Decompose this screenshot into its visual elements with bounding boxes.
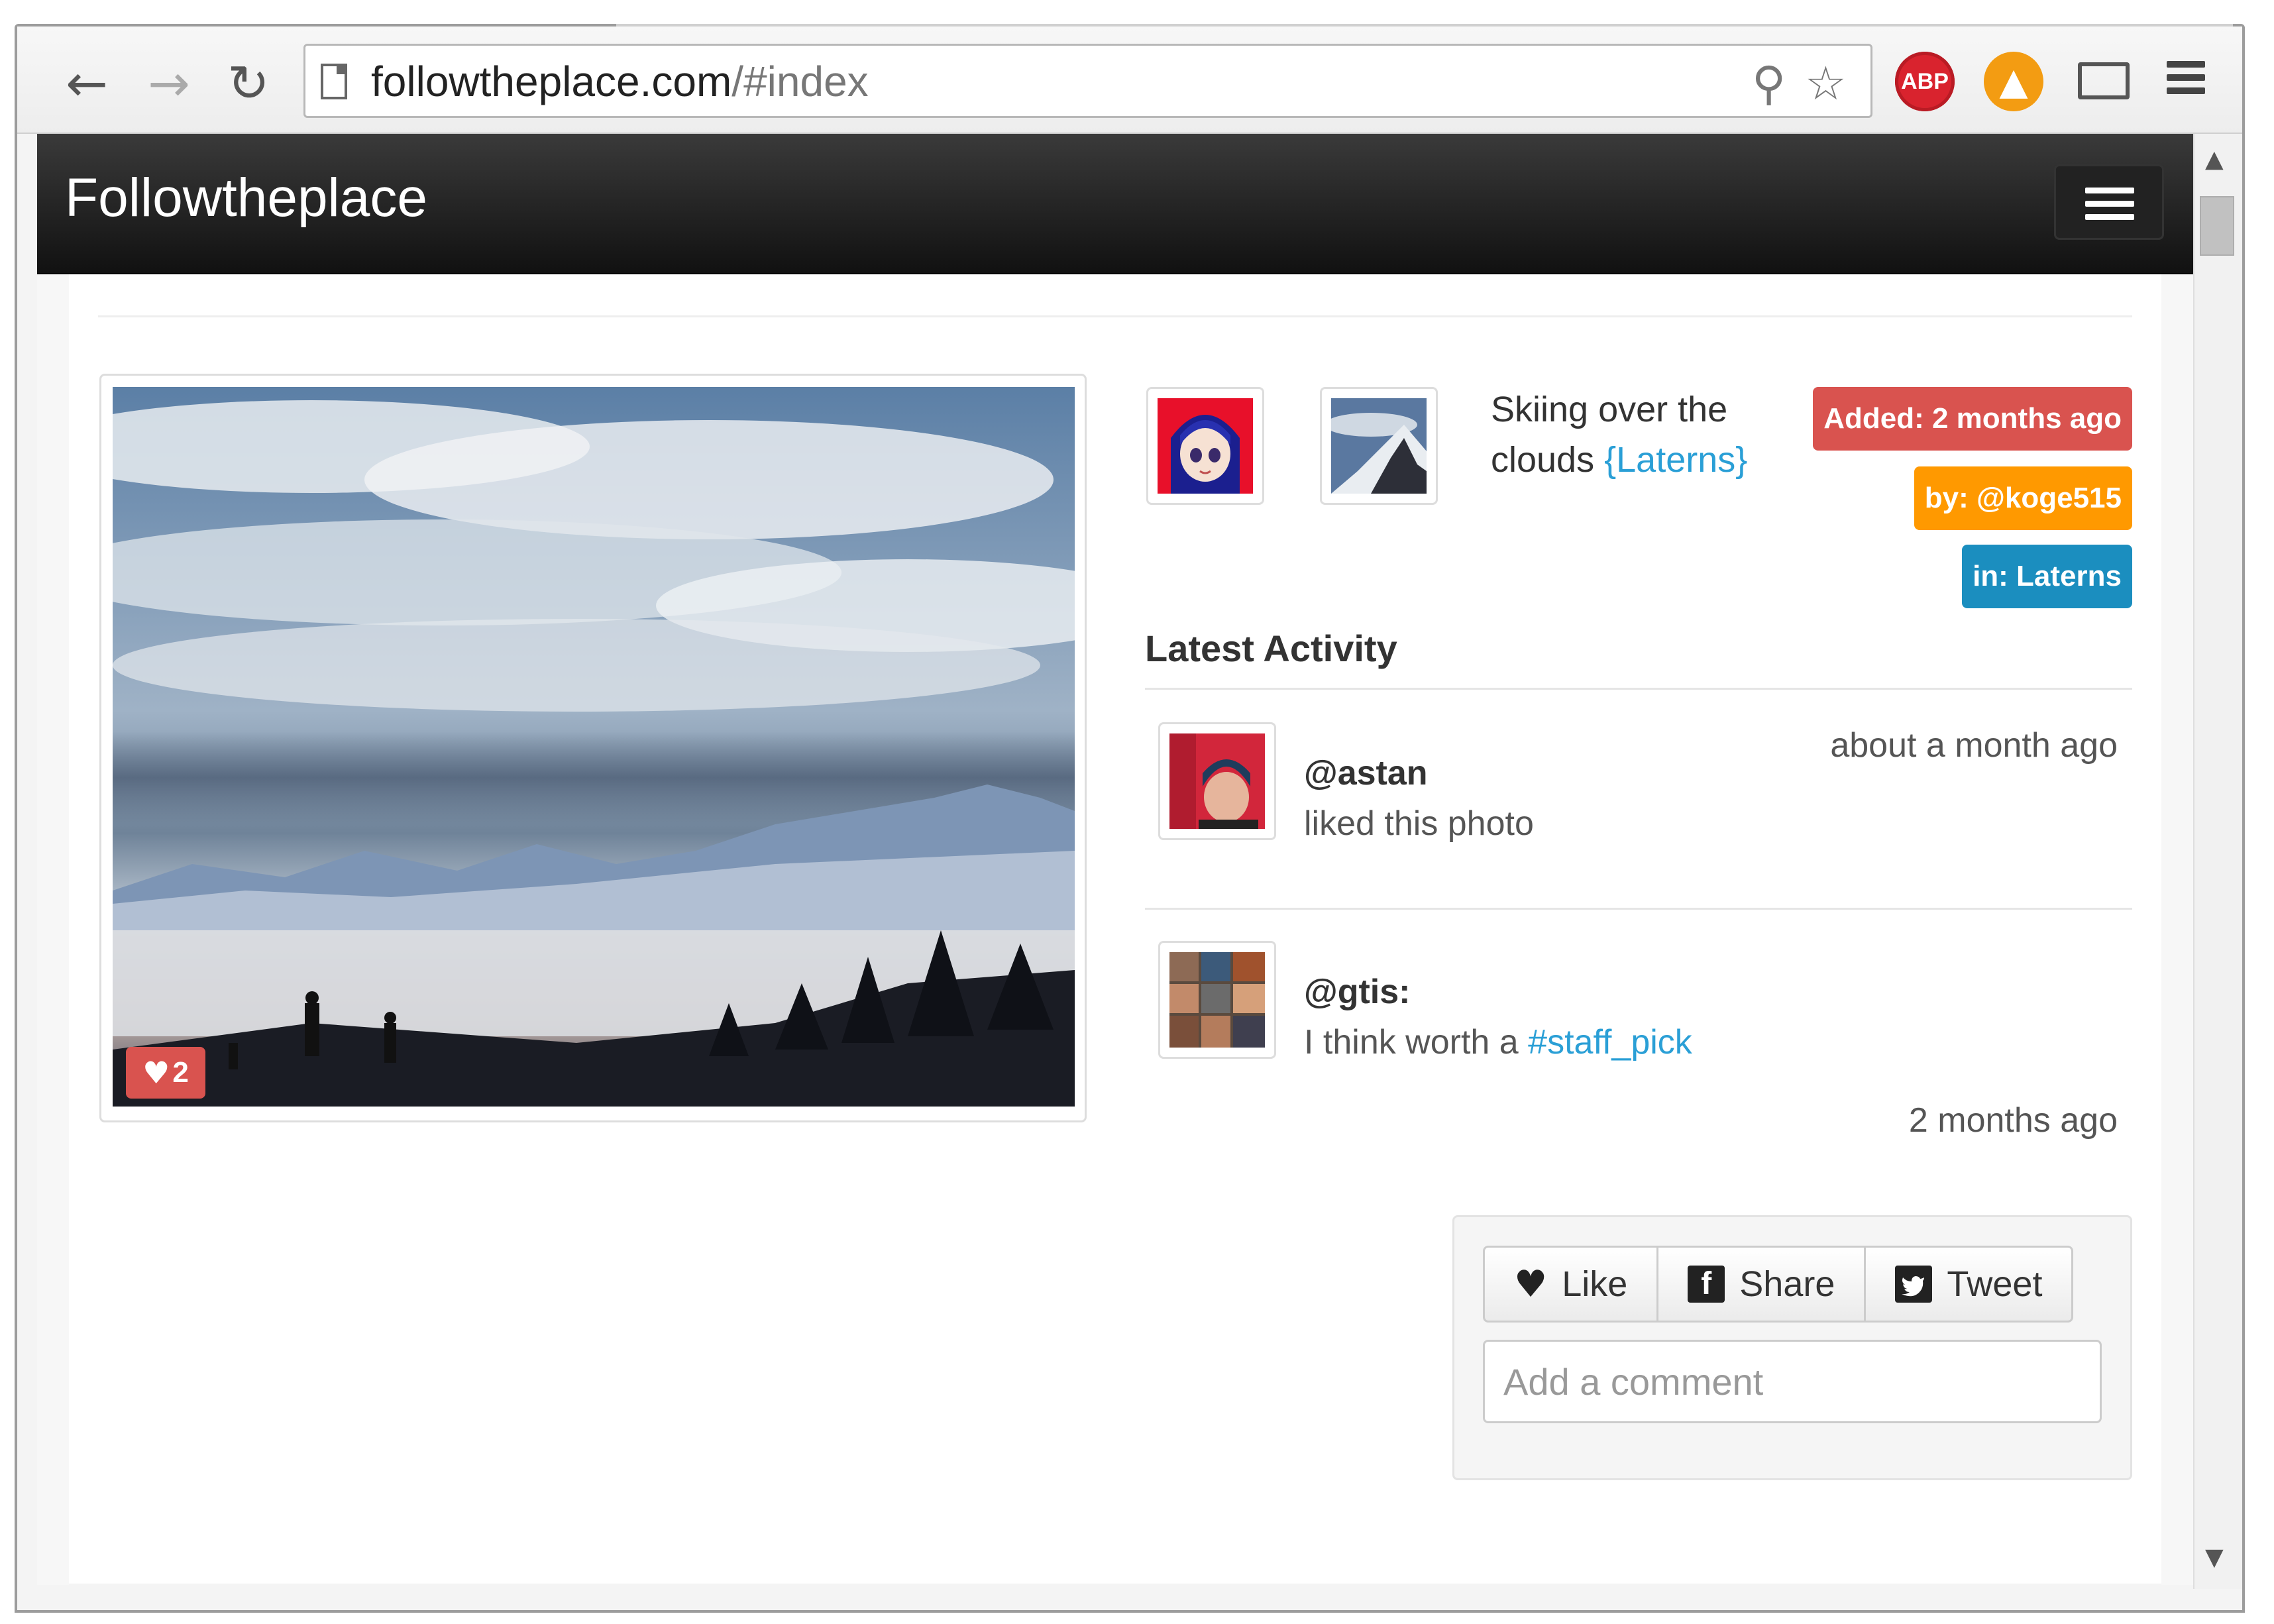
twitter-icon	[1895, 1266, 1933, 1303]
right-gutter	[2161, 273, 2193, 1585]
staff-pick-tag-link[interactable]: #staff_pick	[1528, 1023, 1692, 1061]
like-button-label: Like	[1562, 1264, 1628, 1304]
author-label[interactable]: by: @koge515	[1914, 466, 2132, 530]
bookmark-star-icon[interactable]: ☆	[1805, 57, 1847, 110]
tweet-button-label: Tweet	[1947, 1264, 2043, 1304]
place-thumbnail[interactable]	[1320, 387, 1438, 505]
navbar-toggle-button[interactable]	[2054, 164, 2164, 240]
place-label[interactable]: in: Laterns	[1962, 545, 2132, 608]
activity-item-divider	[1145, 908, 2132, 910]
reload-icon[interactable]: ↻	[219, 53, 278, 113]
main-photo[interactable]	[113, 387, 1075, 1107]
photo-like-badge[interactable]: ♥ 2	[126, 1047, 205, 1099]
hamburger-bar	[2085, 201, 2134, 207]
mountain-thumbnail	[1331, 398, 1427, 494]
key-icon[interactable]: ⚲	[1752, 57, 1786, 110]
activity-user[interactable]: @gtis:	[1304, 969, 1410, 1015]
url-text[interactable]: followtheplace.com/#index	[371, 54, 869, 109]
social-button-group: ♥ Like f Share Tweet	[1483, 1246, 2074, 1323]
activity-text: liked this photo	[1304, 804, 1534, 843]
author-avatar[interactable]	[1146, 387, 1264, 505]
added-date-label: Added: 2 months ago	[1813, 387, 2132, 451]
forward-arrow-icon[interactable]: →	[139, 53, 199, 113]
activity-comment: I think worth a	[1304, 1023, 1519, 1061]
share-button[interactable]: f Share	[1656, 1246, 1867, 1323]
abp-label: ABP	[1901, 68, 1949, 94]
post-title-tag-link[interactable]: {Laterns}	[1604, 440, 1747, 480]
hamburger-bar	[2085, 214, 2134, 220]
back-arrow-icon[interactable]: ←	[57, 53, 117, 113]
scrollbar-thumb[interactable]	[2200, 196, 2234, 256]
left-gutter	[37, 273, 69, 1585]
cast-icon[interactable]	[2078, 62, 2130, 99]
url-path: /#index	[731, 58, 869, 105]
vertical-scrollbar[interactable]	[2193, 134, 2242, 1589]
ski-clouds-photo	[113, 387, 1075, 1107]
url-host: followtheplace.com	[371, 58, 732, 105]
hamburger-icon	[2085, 188, 2134, 193]
content-divider	[98, 315, 2132, 317]
activity-divider	[1145, 688, 2132, 690]
astan-avatar	[1169, 733, 1265, 829]
heart-icon: ♥	[142, 1055, 170, 1091]
post-title: Skiing over the clouds {Laterns}	[1491, 384, 1796, 485]
activity-avatar[interactable]	[1158, 722, 1276, 840]
activity-avatar[interactable]	[1158, 941, 1276, 1059]
facebook-icon: f	[1688, 1266, 1725, 1303]
activity-time: 2 months ago	[1908, 1101, 2118, 1140]
gtis-avatar	[1169, 952, 1265, 1048]
share-button-label: Share	[1739, 1264, 1835, 1304]
activity-text: I think worth a #staff_pick	[1304, 1019, 1692, 1065]
like-count: 2	[172, 1056, 189, 1089]
comment-input[interactable]	[1483, 1340, 2102, 1423]
page-icon-fold	[337, 64, 347, 74]
activity-user[interactable]: @astan	[1304, 750, 1428, 796]
tweet-button[interactable]: Tweet	[1864, 1246, 2074, 1323]
brand-logo[interactable]: Followtheplace	[65, 162, 427, 235]
like-button[interactable]: ♥ Like	[1483, 1246, 1659, 1323]
anime-avatar	[1158, 398, 1253, 494]
scroll-down-arrow-icon[interactable]: ▼	[2205, 1544, 2224, 1571]
heart-icon: ♥	[1514, 1262, 1548, 1306]
adblock-icon[interactable]: ABP	[1895, 52, 1955, 111]
chrome-menu-icon[interactable]	[2167, 61, 2205, 101]
orange-extension-icon[interactable]: ▲	[1984, 52, 2043, 111]
latest-activity-heading: Latest Activity	[1145, 627, 1397, 669]
scroll-up-arrow-icon[interactable]: ▲	[2205, 146, 2224, 173]
activity-time: about a month ago	[1830, 726, 2118, 765]
